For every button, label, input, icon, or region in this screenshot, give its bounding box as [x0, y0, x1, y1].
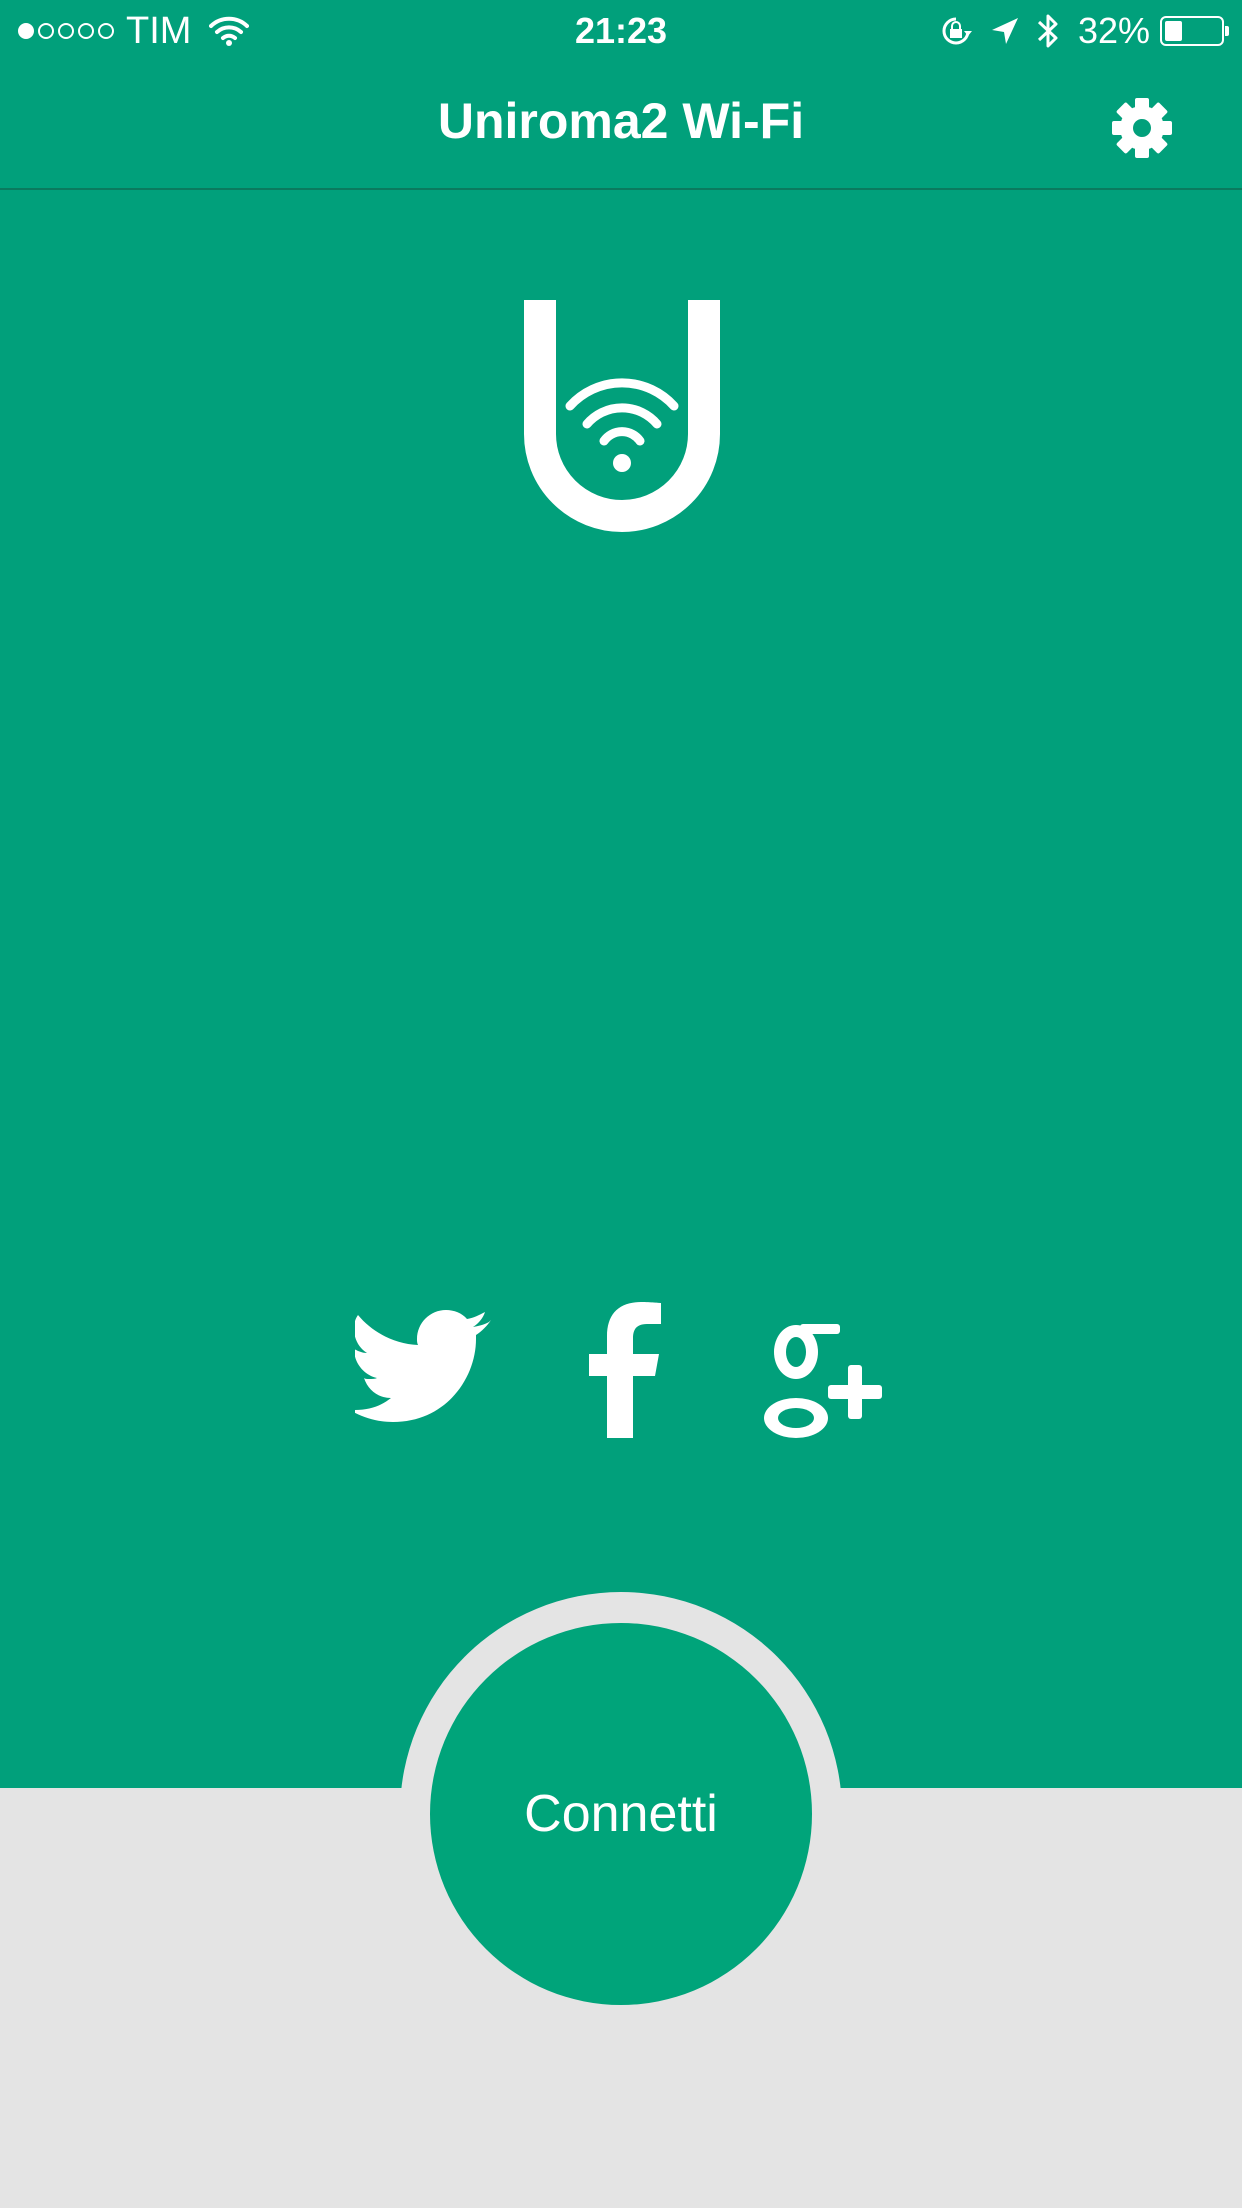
gear-icon[interactable]: [1108, 94, 1176, 162]
page-title: Uniroma2 Wi-Fi: [437, 93, 805, 149]
battery-percentage: 32%: [1077, 10, 1150, 51]
google-plus-icon[interactable]: [760, 1300, 900, 1450]
uniroma2-wifi-logo: [524, 300, 720, 532]
facebook-icon[interactable]: [585, 1300, 675, 1450]
location-icon: [991, 18, 1018, 44]
twitter-icon[interactable]: [355, 1300, 495, 1450]
status-bar: TIM 21:23 32%: [0, 0, 1242, 62]
orientation-lock-icon: [942, 17, 972, 45]
bluetooth-icon: [1037, 14, 1058, 48]
battery-icon: [1160, 16, 1229, 46]
navigation-bar: Uniroma2 Wi-Fi: [0, 62, 1242, 190]
header-background: [0, 0, 1242, 1788]
connect-button[interactable]: Connetti: [430, 1623, 812, 2005]
